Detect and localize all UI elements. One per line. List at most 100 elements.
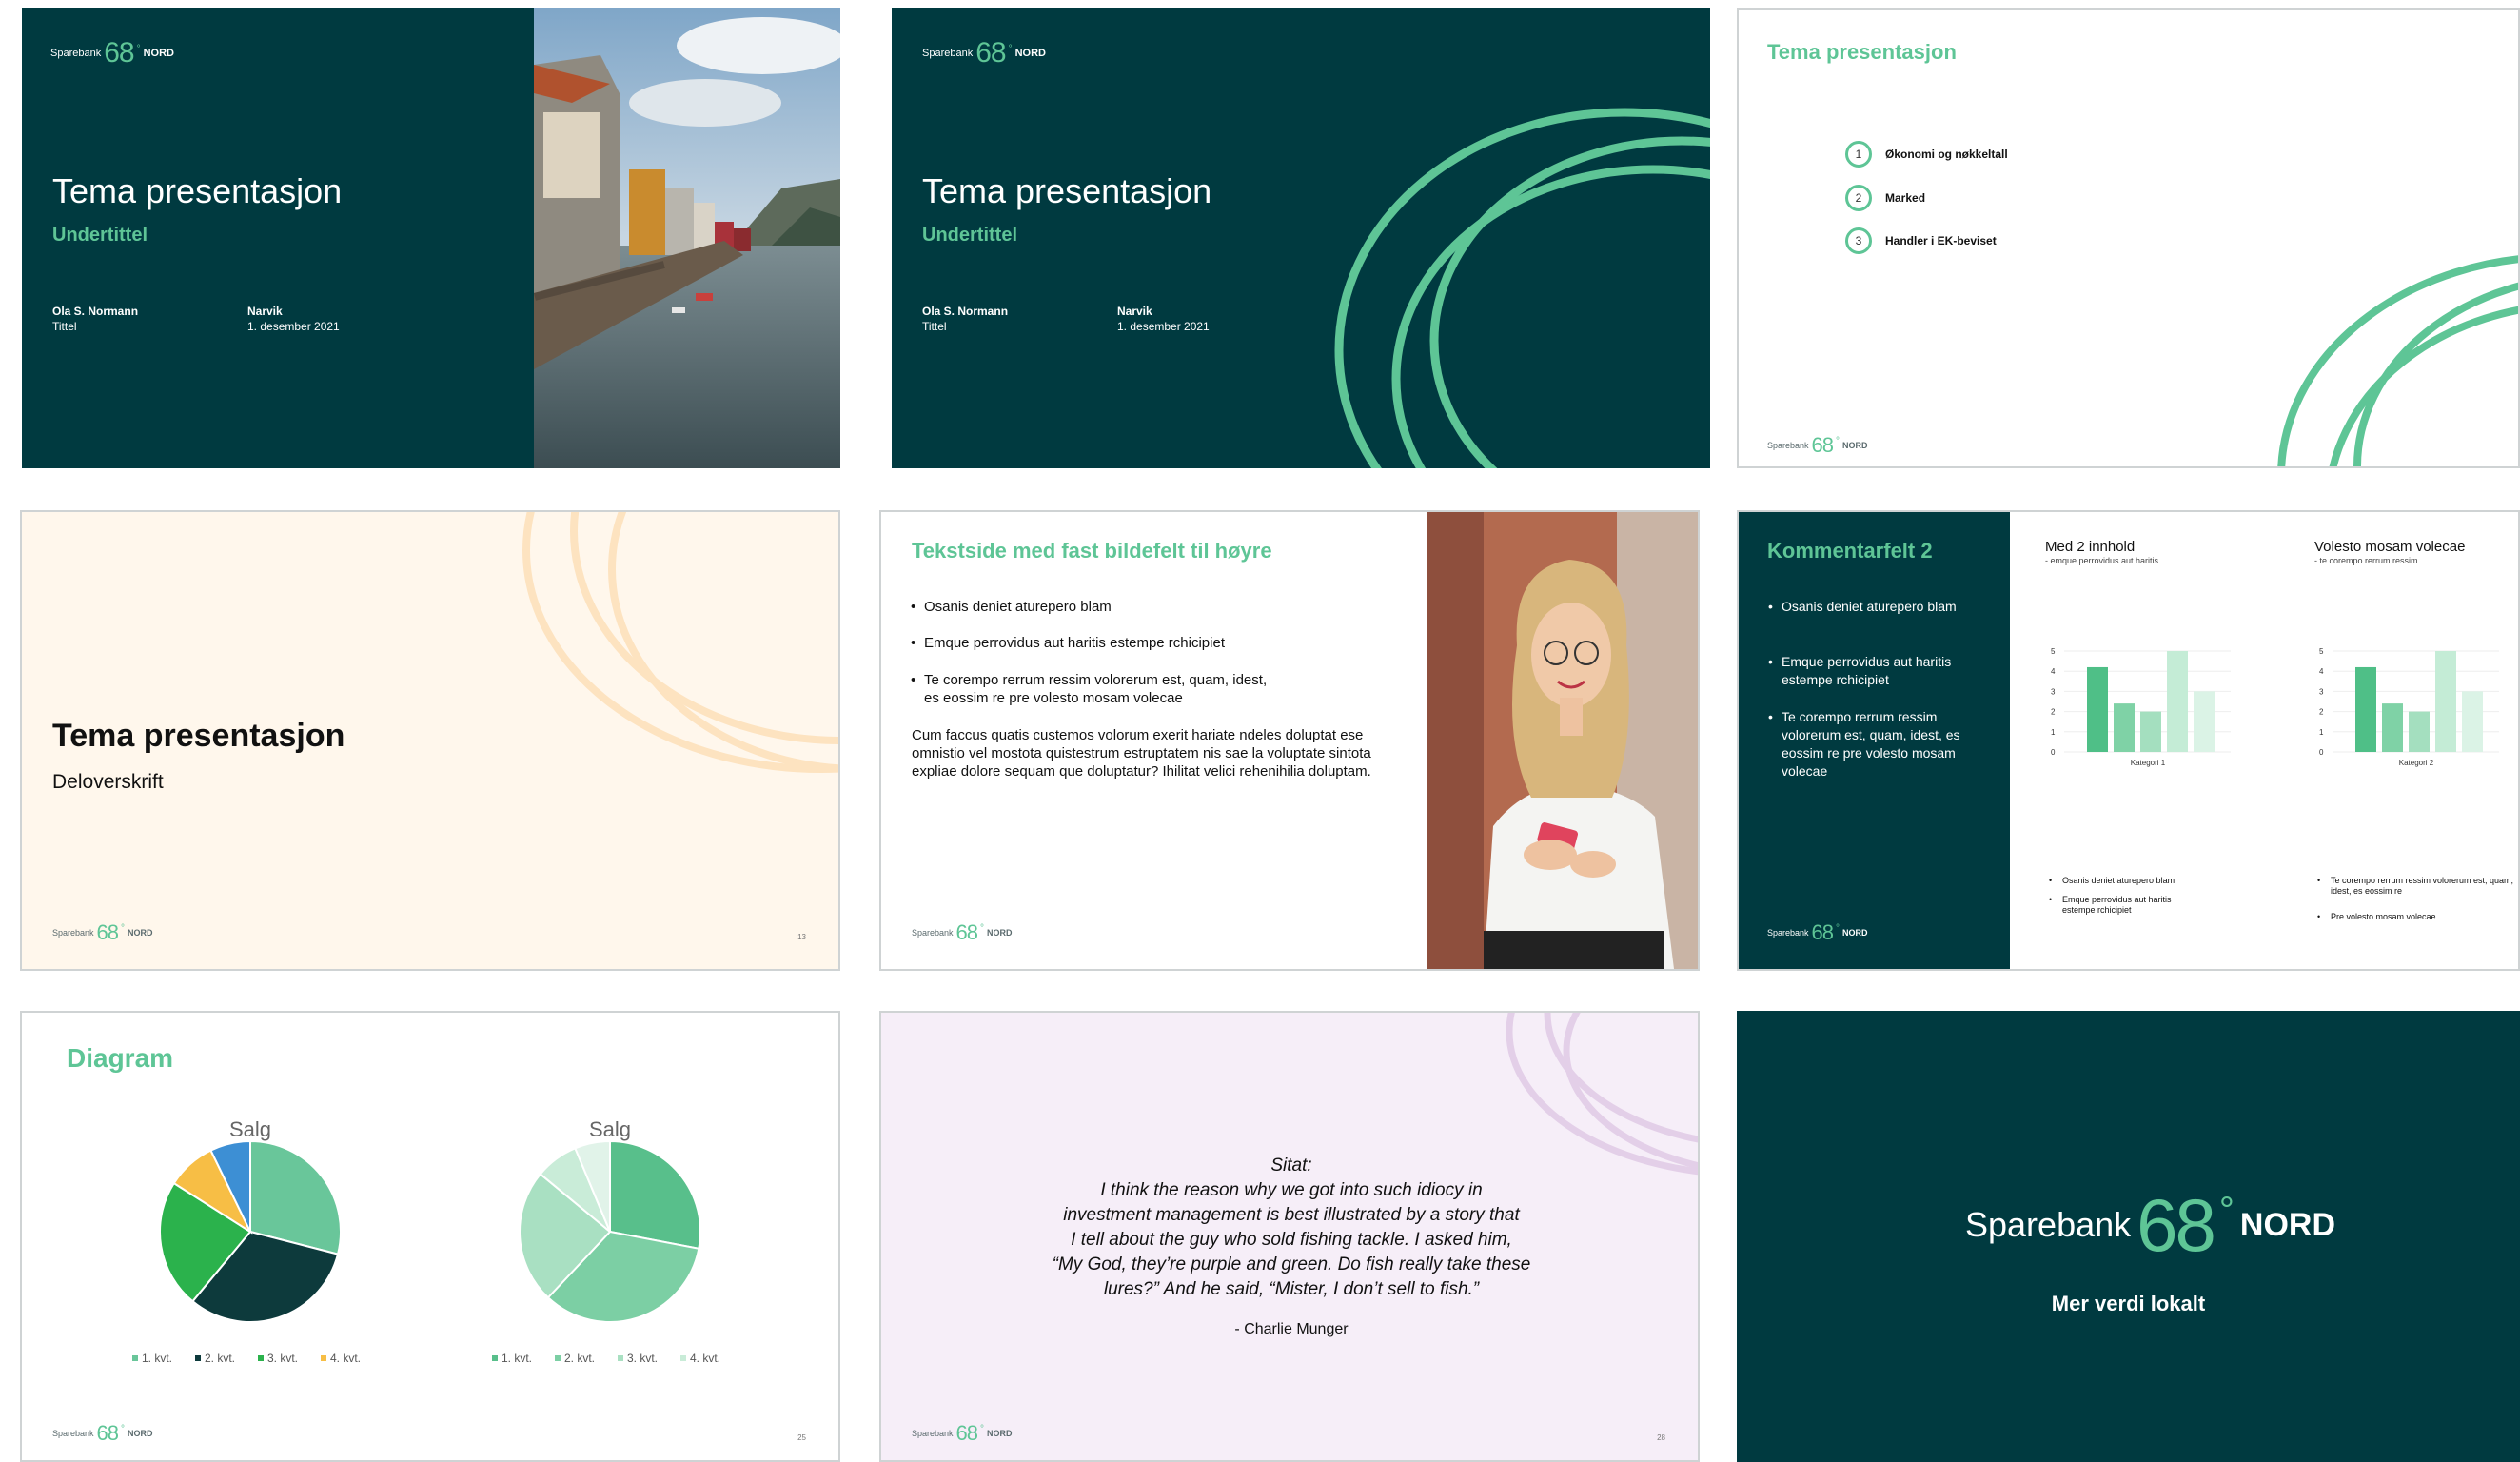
logo-degree: ° bbox=[121, 1423, 126, 1434]
logo-number: 68 bbox=[2136, 1183, 2216, 1267]
presenter-name: Ola S. Normann bbox=[52, 305, 139, 318]
note-2-2: Pre volesto mosam volecae bbox=[2317, 912, 2518, 922]
slide-1[interactable]: Sparebank 68 ° NORD Tema presentasjon Un… bbox=[22, 8, 840, 468]
logo-number: 68 bbox=[955, 1421, 979, 1445]
legend-label: 3. kvt. bbox=[627, 1352, 658, 1365]
logo-number: 68 bbox=[96, 1421, 120, 1445]
slide-3[interactable]: Tema presentasjon 1 Økonomi og nøkkeltal… bbox=[1737, 8, 2520, 468]
legend-label: 4. kvt. bbox=[330, 1352, 361, 1365]
y-tick-label: 4 bbox=[2051, 667, 2056, 676]
bullet-2: Emque perrovidus aut haritis estempe rch… bbox=[1768, 653, 1972, 689]
legend-swatch bbox=[195, 1355, 201, 1361]
agenda-label-3: Handler i EK-beviset bbox=[1885, 234, 1997, 247]
quote-line-1: I think the reason why we got into such … bbox=[1100, 1180, 1483, 1200]
column-1-subtitle: - emque perrovidus aut haritis bbox=[2045, 556, 2159, 565]
brand-logo-large: Sparebank 68 ° NORD bbox=[1965, 1183, 2336, 1267]
slide-title: Tema presentasjon bbox=[52, 171, 343, 210]
bar bbox=[2167, 651, 2188, 752]
brand-logo: Sparebank 68 ° NORD bbox=[52, 1422, 153, 1445]
pie-chart-2: Salg 1. kvt. 2. kvt. 3. kvt. 4. kvt. bbox=[492, 1117, 720, 1365]
page-number: 28 bbox=[1657, 1433, 1665, 1442]
x-tick-label: Kategori 1 bbox=[2131, 759, 2166, 767]
logo-bank: Sparebank bbox=[922, 48, 974, 59]
agenda-item-3[interactable]: 3 Handler i EK-beviset bbox=[1845, 227, 1997, 254]
slide-title: Tema presentasjon bbox=[922, 171, 1212, 210]
legend-swatch bbox=[321, 1355, 326, 1361]
harbor-photo bbox=[534, 8, 840, 468]
date: 1. desember 2021 bbox=[247, 320, 340, 333]
pie-slice bbox=[609, 1139, 701, 1250]
x-tick-label: Kategori 2 bbox=[2399, 759, 2434, 767]
brand-logo: Sparebank 68 ° NORD bbox=[50, 37, 174, 69]
presenter-role: Tittel bbox=[922, 320, 947, 333]
brand-logo: Sparebank 68 ° NORD bbox=[1767, 921, 1868, 944]
note-1-2: Emque perrovidus aut haritis estempe rch… bbox=[2049, 895, 2205, 916]
logo-number: 68 bbox=[1811, 433, 1835, 457]
note-2-1: Te corempo rerrum ressim volorerum est, … bbox=[2317, 876, 2518, 897]
agenda-item-1[interactable]: 1 Økonomi og nøkkeltall bbox=[1845, 141, 2008, 168]
y-tick-label: 2 bbox=[2051, 708, 2056, 717]
brand-logo: Sparebank 68 ° NORD bbox=[52, 921, 153, 944]
y-tick-label: 3 bbox=[2319, 687, 2324, 696]
logo-degree: ° bbox=[1836, 435, 1841, 446]
slide-7[interactable]: Diagram Salg 1. kvt. 2. kvt. 3. kvt. 4. kvt.… bbox=[20, 1011, 840, 1462]
body-paragraph: Cum faccus quatis custemos volorum exeri… bbox=[912, 727, 1371, 780]
legend-label: 3. kvt. bbox=[267, 1352, 298, 1365]
legend-label: 2. kvt. bbox=[564, 1352, 595, 1365]
y-tick-label: 4 bbox=[2319, 667, 2324, 676]
bullet-3: Te corempo rerrum ressim volorerum est, … bbox=[911, 671, 1286, 707]
logo-number: 68 bbox=[975, 37, 1006, 69]
slide-5[interactable]: Tekstside med fast bildefelt til høyre O… bbox=[879, 510, 1700, 971]
slide-9[interactable]: Sparebank 68 ° NORD Mer verdi lokalt bbox=[1737, 1011, 2520, 1462]
y-tick-label: 5 bbox=[2319, 647, 2324, 656]
quote-label: Sitat: bbox=[1270, 1156, 1312, 1176]
logo-bank: Sparebank bbox=[912, 1429, 954, 1438]
slide-6[interactable]: Kommentarfelt 2 Osanis deniet aturepero … bbox=[1737, 510, 2520, 971]
logo-region: NORD bbox=[2239, 1206, 2336, 1243]
slide-4[interactable]: Tema presentasjon Deloverskrift Spareban… bbox=[20, 510, 840, 971]
portrait-photo bbox=[1427, 512, 1698, 969]
logo-region: NORD bbox=[128, 928, 153, 938]
bar bbox=[2462, 691, 2483, 752]
y-tick-label: 1 bbox=[2051, 728, 2056, 737]
bar bbox=[2355, 666, 2376, 752]
legend-label: 1. kvt. bbox=[142, 1352, 172, 1365]
logo-degree: ° bbox=[136, 43, 141, 54]
bullet-1: Osanis deniet aturepero blam bbox=[1768, 598, 1972, 616]
agenda-number-1: 1 bbox=[1845, 141, 1872, 168]
y-tick-label: 0 bbox=[2319, 748, 2324, 757]
y-tick-label: 1 bbox=[2319, 728, 2324, 737]
bar bbox=[2087, 666, 2108, 752]
logo-degree: ° bbox=[2218, 1189, 2235, 1232]
legend-swatch bbox=[258, 1355, 264, 1361]
place: Narvik bbox=[247, 305, 283, 318]
bar bbox=[2435, 651, 2456, 752]
logo-bank: Sparebank bbox=[52, 928, 94, 938]
logo-degree: ° bbox=[1836, 922, 1841, 934]
date: 1. desember 2021 bbox=[1117, 320, 1210, 333]
pie-chart-1: Salg 1. kvt. 2. kvt. 3. kvt. 4. kvt. bbox=[132, 1117, 361, 1365]
pie-title: Salg bbox=[229, 1117, 271, 1141]
brand-logo: Sparebank 68 ° NORD bbox=[1767, 434, 1868, 457]
agenda-item-2[interactable]: 2 Marked bbox=[1845, 185, 1925, 211]
decorative-rings bbox=[2277, 255, 2518, 466]
logo-region: NORD bbox=[987, 1429, 1013, 1438]
logo-number: 68 bbox=[104, 37, 134, 69]
quote-block: Sitat: I think the reason why we got int… bbox=[881, 1154, 1698, 1302]
quote-line-3: I tell about the guy who sold fishing ta… bbox=[1071, 1230, 1512, 1250]
logo-region: NORD bbox=[1842, 928, 1868, 938]
logo-region: NORD bbox=[128, 1429, 153, 1438]
slide-subtitle: Deloverskrift bbox=[52, 771, 164, 793]
logo-bank: Sparebank bbox=[1965, 1205, 2132, 1244]
presenter-name: Ola S. Normann bbox=[922, 305, 1009, 318]
slide-title: Tema presentasjon bbox=[52, 718, 345, 754]
page-number: 13 bbox=[797, 933, 806, 941]
slide-8[interactable]: Sitat: I think the reason why we got int… bbox=[879, 1011, 1700, 1462]
bar bbox=[2194, 691, 2215, 752]
slide-2[interactable]: Sparebank 68 ° NORD Tema presentasjon Un… bbox=[892, 8, 1710, 468]
logo-number: 68 bbox=[1811, 920, 1835, 944]
legend-label: 4. kvt. bbox=[690, 1352, 720, 1365]
y-tick-label: 5 bbox=[2051, 647, 2056, 656]
legend-swatch bbox=[618, 1355, 623, 1361]
logo-bank: Sparebank bbox=[1767, 928, 1809, 938]
